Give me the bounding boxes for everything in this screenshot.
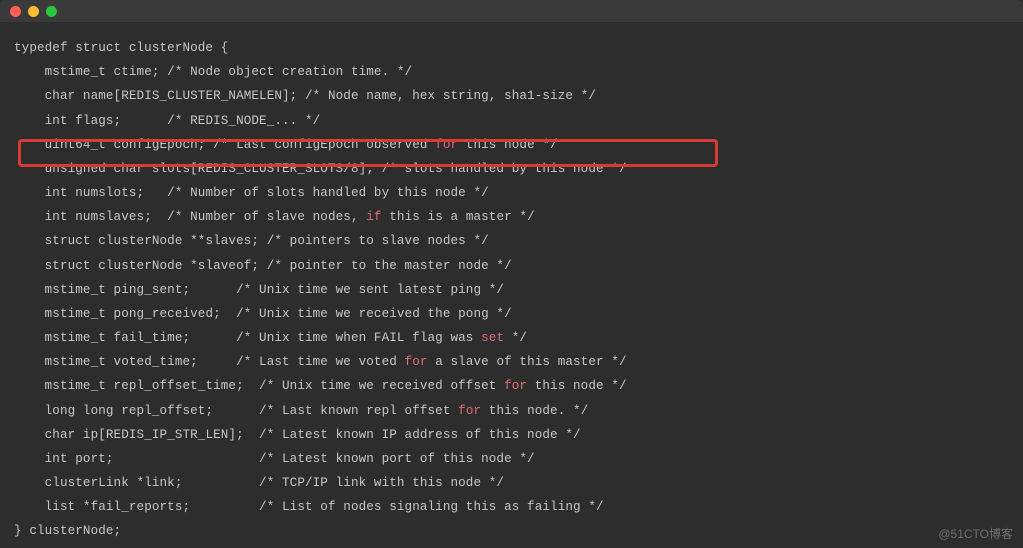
code-line: struct clusterNode **slaves; /* pointers… [14,229,1023,253]
keyword: if [366,210,381,224]
code-line: typedef struct clusterNode { [14,36,1023,60]
code-line: char ip[REDIS_IP_STR_LEN]; /* Latest kno… [14,423,1023,447]
keyword: set [481,331,504,345]
close-icon[interactable] [10,6,21,17]
code-line: unsigned char slots[REDIS_CLUSTER_SLOTS/… [14,157,1023,181]
zoom-icon[interactable] [46,6,57,17]
watermark: @51CTO博客 [938,525,1013,542]
keyword: for [405,355,428,369]
code-line: } clusterNode; [14,519,1023,543]
keyword: for [435,138,458,152]
code-line: list *fail_reports; /* List of nodes sig… [14,495,1023,519]
code-line: mstime_t ping_sent; /* Unix time we sent… [14,278,1023,302]
code-line: mstime_t voted_time; /* Last time we vot… [14,350,1023,374]
code-line: mstime_t ctime; /* Node object creation … [14,60,1023,84]
minimize-icon[interactable] [28,6,39,17]
code-line: long long repl_offset; /* Last known rep… [14,399,1023,423]
code-block: typedef struct clusterNode { mstime_t ct… [0,22,1023,548]
code-line: int numslaves; /* Number of slave nodes,… [14,205,1023,229]
keyword: for [458,404,481,418]
code-line: mstime_t fail_time; /* Unix time when FA… [14,326,1023,350]
code-line: clusterLink *link; /* TCP/IP link with t… [14,471,1023,495]
code-line: mstime_t pong_received; /* Unix time we … [14,302,1023,326]
code-line: char name[REDIS_CLUSTER_NAMELEN]; /* Nod… [14,84,1023,108]
code-line: struct clusterNode *slaveof; /* pointer … [14,254,1023,278]
code-line: int numslots; /* Number of slots handled… [14,181,1023,205]
code-line: uint64_t configEpoch; /* Last configEpoc… [14,133,1023,157]
code-line: int flags; /* REDIS_NODE_... */ [14,109,1023,133]
code-line: mstime_t repl_offset_time; /* Unix time … [14,374,1023,398]
code-line: int port; /* Latest known port of this n… [14,447,1023,471]
keyword: for [504,379,527,393]
title-bar [0,0,1023,22]
